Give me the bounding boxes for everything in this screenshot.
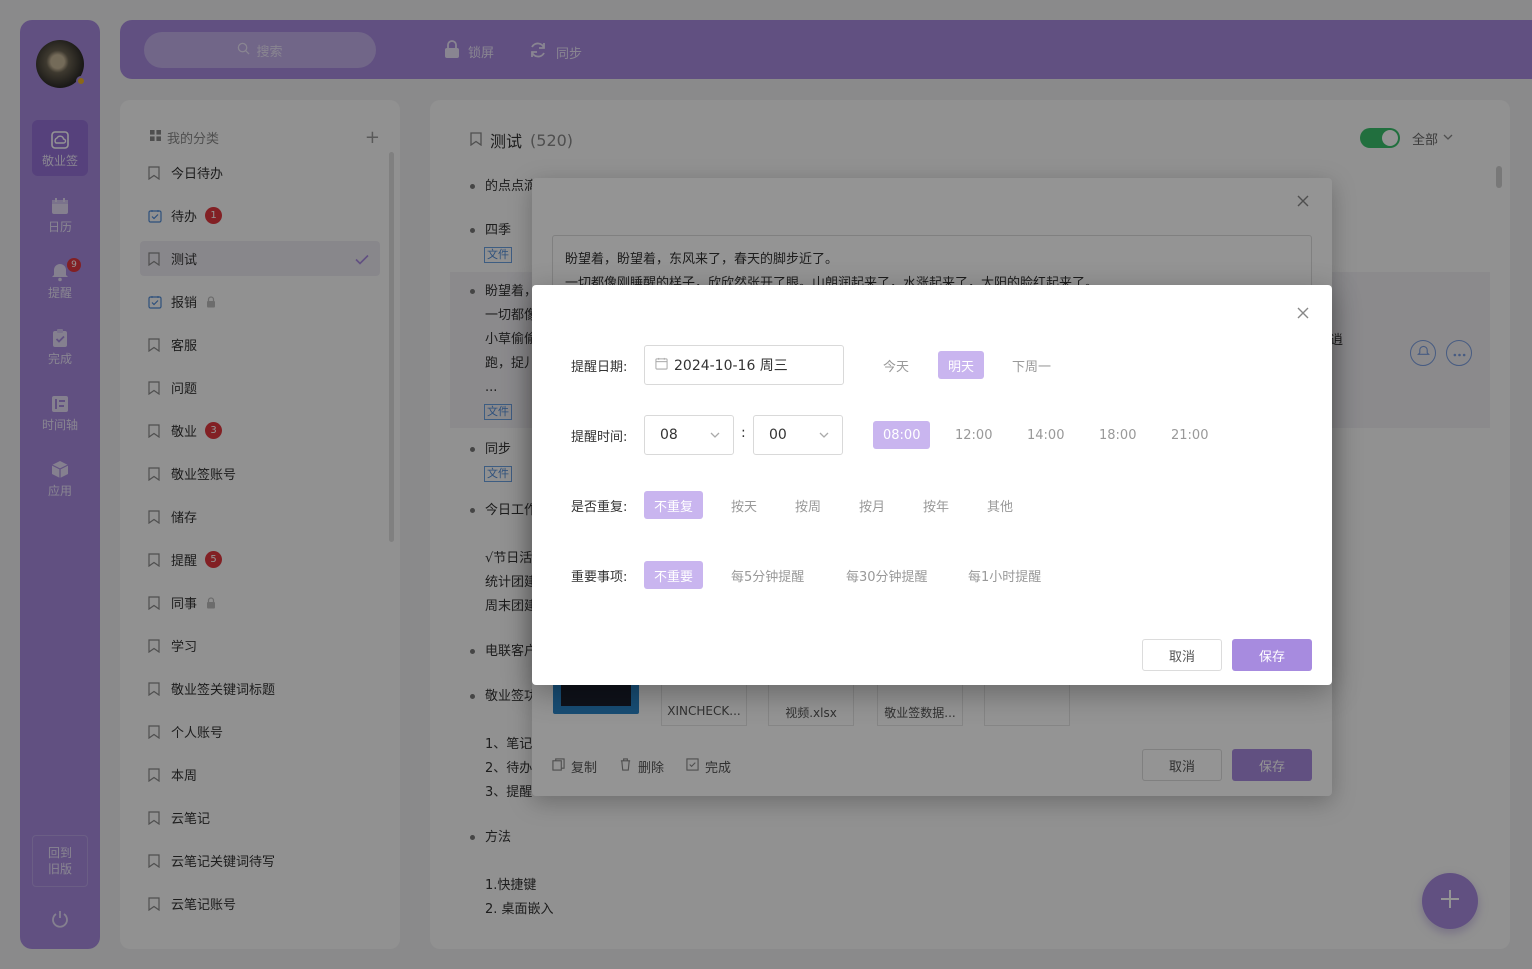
time-quick-1400[interactable]: 14:00 [1017, 421, 1074, 449]
reminder-date-value: 2024-10-16 周三 [674, 358, 788, 374]
reminder-date-input[interactable]: 2024-10-16 周三 [644, 345, 844, 385]
chevron-down-icon [818, 429, 830, 441]
time-quick-1800[interactable]: 18:00 [1089, 421, 1146, 449]
date-quick-next-monday[interactable]: 下周一 [1002, 351, 1061, 379]
important-none[interactable]: 不重要 [644, 561, 704, 589]
reminder-cancel-button[interactable]: 取消 [1142, 639, 1222, 671]
repeat-yearly[interactable]: 按年 [913, 491, 959, 519]
time-colon: : [741, 425, 746, 441]
minute-value: 00 [769, 427, 787, 443]
chevron-down-icon [709, 429, 721, 441]
date-quick-today[interactable]: 今天 [873, 351, 919, 379]
date-quick-tomorrow[interactable]: 明天 [938, 351, 985, 379]
repeat-monthly[interactable]: 按月 [849, 491, 895, 519]
repeat-other[interactable]: 其他 [977, 491, 1023, 519]
time-quick-1200[interactable]: 12:00 [945, 421, 1002, 449]
reminder-dialog: 提醒日期: 2024-10-16 周三 今天 明天 下周一 提醒时间: 08 :… [532, 285, 1332, 685]
important-1hour[interactable]: 每1小时提醒 [958, 561, 1051, 589]
repeat-daily[interactable]: 按天 [721, 491, 767, 519]
important-30min[interactable]: 每30分钟提醒 [836, 561, 938, 589]
important-5min[interactable]: 每5分钟提醒 [721, 561, 814, 589]
reminder-save-button[interactable]: 保存 [1232, 639, 1312, 671]
hour-select[interactable]: 08 [644, 415, 734, 455]
close-icon[interactable] [1296, 306, 1310, 320]
hour-value: 08 [660, 427, 678, 443]
calendar-icon [655, 357, 668, 374]
repeat-weekly[interactable]: 按周 [785, 491, 831, 519]
repeat-none[interactable]: 不重复 [644, 491, 704, 519]
repeat-label: 是否重复: [571, 500, 628, 515]
reminder-date-label: 提醒日期: [571, 360, 628, 375]
reminder-time-label: 提醒时间: [571, 430, 628, 445]
minute-select[interactable]: 00 [753, 415, 843, 455]
important-label: 重要事项: [571, 570, 628, 585]
time-quick-2100[interactable]: 21:00 [1161, 421, 1218, 449]
time-quick-0800[interactable]: 08:00 [873, 421, 931, 449]
